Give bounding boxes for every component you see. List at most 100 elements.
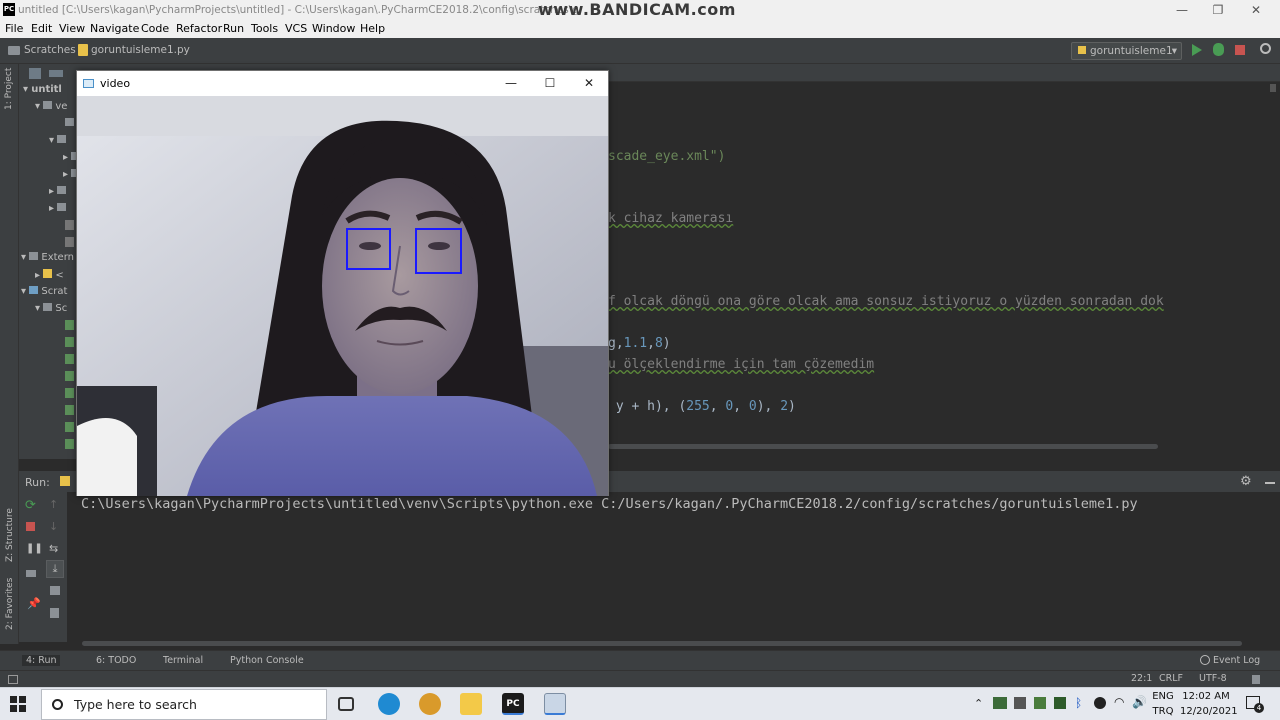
input-language[interactable]: ENG TRQ	[1148, 689, 1178, 719]
search-icon[interactable]	[1260, 43, 1271, 54]
soft-wrap-icon[interactable]: ⇆	[49, 542, 58, 555]
menu-run[interactable]: Run	[223, 22, 244, 35]
taskbar-search-input[interactable]: Type here to search	[41, 689, 327, 720]
menu-window[interactable]: Window	[312, 22, 355, 35]
tree-item[interactable]	[65, 439, 74, 455]
video-window-titlebar[interactable]: video — ☐ ✕	[77, 71, 608, 96]
video-window[interactable]: video — ☐ ✕	[76, 70, 609, 496]
stop-icon[interactable]	[1235, 45, 1245, 55]
volume-icon[interactable]: 🔊	[1132, 695, 1147, 709]
tray-icon[interactable]	[1034, 697, 1046, 709]
taskbar-clock[interactable]: 12:02 AM 12/20/2021	[1180, 689, 1238, 719]
print-icon[interactable]	[50, 586, 60, 595]
tree-item[interactable]: ▾ ve	[35, 101, 67, 117]
run-console[interactable]: C:\Users\kagan\PycharmProjects\untitled\…	[67, 492, 1280, 642]
layout-toggle-icon[interactable]	[8, 675, 18, 684]
run-configuration-select[interactable]: goruntuisleme1 ▾	[1071, 42, 1182, 60]
keyboard-layout: TRQ	[1152, 706, 1174, 717]
pin-icon[interactable]: 📌	[27, 597, 41, 610]
up-arrow-icon[interactable]: ↑	[49, 498, 58, 511]
edge-icon[interactable]	[378, 693, 400, 715]
minimize-panel-icon[interactable]	[1265, 482, 1275, 484]
tab-event-log[interactable]: Event Log	[1213, 655, 1260, 666]
editor-horizontal-scrollbar[interactable]	[608, 444, 1158, 449]
tree-item[interactable]	[65, 405, 74, 421]
caret-position[interactable]: 22:1	[1131, 673, 1152, 684]
tree-item[interactable]	[65, 354, 74, 370]
video-minimize-button[interactable]: —	[492, 71, 530, 96]
tree-item[interactable]: ▸ <	[35, 269, 64, 285]
tab-python-console[interactable]: Python Console	[230, 655, 304, 666]
menu-refactor[interactable]: Refactor	[176, 22, 222, 35]
tree-item[interactable]: ▸	[63, 152, 77, 168]
chevron-up-icon[interactable]: ⌃	[974, 697, 983, 710]
menu-navigate[interactable]: Navigate	[90, 22, 139, 35]
pycharm-taskbar-icon[interactable]: PC	[502, 693, 524, 715]
debug-icon[interactable]	[1213, 43, 1224, 56]
menu-help[interactable]: Help	[360, 22, 385, 35]
scroll-to-end-icon[interactable]: ⤓	[46, 560, 64, 578]
tree-item-external-libraries[interactable]: ▾ Extern	[21, 252, 74, 268]
stop-icon[interactable]	[26, 522, 35, 531]
code-line: y + h), (255, 0, 0), 2)	[608, 399, 796, 414]
trash-icon[interactable]	[50, 608, 59, 618]
structure-tool-label[interactable]: Z: Structure	[5, 508, 15, 562]
app-icon[interactable]	[419, 693, 441, 715]
tree-item[interactable]: ▸	[49, 203, 67, 219]
tab-run[interactable]: 4: Run	[22, 655, 61, 666]
minimize-button[interactable]: —	[1164, 0, 1200, 20]
lock-icon[interactable]	[1252, 675, 1260, 684]
console-horizontal-scrollbar[interactable]	[82, 641, 1242, 646]
tree-item[interactable]: ▾ untitl	[23, 84, 62, 100]
run-icon[interactable]	[1192, 44, 1202, 56]
down-arrow-icon[interactable]: ↓	[49, 520, 58, 533]
breadcrumb-file[interactable]: goruntuisleme1.py	[91, 44, 190, 56]
layout-icon[interactable]	[26, 570, 36, 577]
tree-item[interactable]	[65, 237, 74, 253]
rerun-icon[interactable]: ⟳	[25, 498, 36, 513]
tree-item[interactable]	[65, 118, 74, 134]
code-editor[interactable]: scade_eye.xml") k cihaz kamerası f olcak…	[608, 82, 1280, 454]
tray-icon[interactable]	[1014, 697, 1026, 709]
windows-start-icon[interactable]	[10, 696, 26, 712]
menu-view[interactable]: View	[59, 22, 85, 35]
video-close-button[interactable]: ✕	[570, 71, 608, 96]
menu-file[interactable]: File	[5, 22, 23, 35]
python-file-icon	[60, 476, 70, 486]
menu-code[interactable]: Code	[141, 22, 169, 35]
tab-todo[interactable]: 6: TODO	[96, 655, 136, 666]
tree-item[interactable]: ▾	[49, 135, 67, 151]
tree-item[interactable]: ▾ Sc	[35, 303, 67, 319]
tree-item[interactable]	[65, 422, 74, 438]
video-app-icon[interactable]	[544, 693, 566, 715]
tree-item[interactable]	[65, 220, 74, 236]
tree-item[interactable]: ▸	[49, 186, 67, 202]
menu-tools[interactable]: Tools	[251, 22, 278, 35]
project-tool-label[interactable]: 1: Project	[4, 68, 14, 110]
tab-terminal[interactable]: Terminal	[163, 655, 203, 666]
line-separator[interactable]: CRLF	[1159, 673, 1183, 684]
task-view-icon[interactable]	[338, 697, 354, 711]
menu-edit[interactable]: Edit	[31, 22, 52, 35]
maximize-button[interactable]: ❐	[1200, 0, 1236, 20]
tree-item[interactable]: ▸	[63, 169, 77, 185]
wifi-icon[interactable]: ◠	[1114, 695, 1124, 709]
tree-item[interactable]	[65, 320, 74, 336]
tree-item[interactable]	[65, 388, 74, 404]
bluetooth-icon[interactable]: ᛒ	[1075, 696, 1082, 710]
video-maximize-button[interactable]: ☐	[531, 71, 569, 96]
tray-icon[interactable]	[993, 697, 1007, 709]
menu-vcs[interactable]: VCS	[285, 22, 307, 35]
file-encoding[interactable]: UTF-8	[1199, 673, 1227, 684]
pause-icon[interactable]: ❚❚	[26, 543, 43, 554]
favorites-tool-label[interactable]: 2: Favorites	[5, 578, 15, 630]
breadcrumb-scratches[interactable]: Scratches	[24, 44, 76, 56]
tree-item[interactable]	[65, 371, 74, 387]
close-button[interactable]: ✕	[1238, 0, 1274, 20]
steam-icon[interactable]	[1094, 697, 1106, 709]
tray-icon[interactable]	[1054, 697, 1066, 709]
gear-icon[interactable]: ⚙	[1240, 474, 1252, 489]
tree-item-scratches[interactable]: ▾ Scrat	[21, 286, 67, 302]
file-explorer-icon[interactable]	[460, 693, 482, 715]
tree-item[interactable]	[65, 337, 74, 353]
